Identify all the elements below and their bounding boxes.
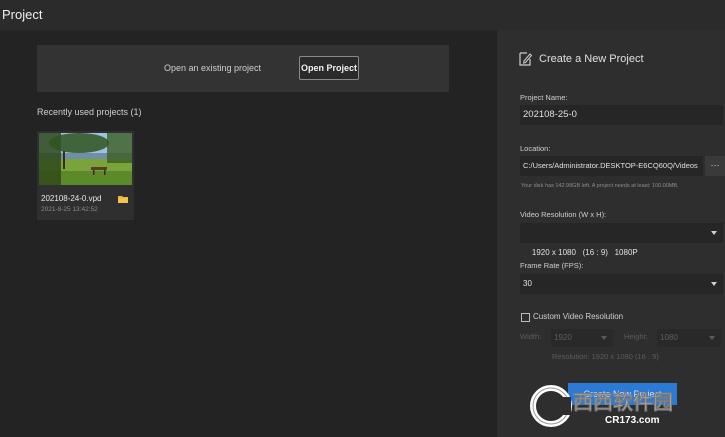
project-thumbnail: [39, 133, 132, 185]
recent-projects-title: Recently used projects (1): [37, 107, 142, 117]
chevron-down-icon: [711, 231, 717, 235]
open-existing-label: Open an existing project: [164, 63, 262, 73]
chevron-down-icon: [601, 336, 607, 340]
chevron-down-icon: [711, 282, 717, 286]
height-value: 1080: [660, 333, 678, 342]
location-input[interactable]: C:/Users/Administrator.DESKTOP-E6CQ60Q/V…: [520, 156, 703, 176]
recent-project-card[interactable]: 202108-24-0.vpd 2021-8-25 13:42:52: [37, 131, 134, 220]
frame-rate-value: 30: [523, 279, 532, 288]
edit-document-icon: [519, 52, 532, 66]
height-input[interactable]: 1080: [657, 329, 721, 347]
chevron-down-icon: [709, 336, 715, 340]
width-value: 1920: [554, 333, 572, 342]
browse-location-button[interactable]: ···: [705, 156, 725, 176]
custom-resolution-label: Custom Video Resolution: [533, 312, 624, 321]
folder-icon[interactable]: [118, 195, 128, 203]
location-label: Location:: [520, 144, 551, 153]
frame-rate-label: Frame Rate (FPS):: [520, 261, 584, 270]
watermark-brand: 西西软件园: [573, 390, 673, 414]
custom-resolution-checkbox[interactable]: [521, 313, 530, 322]
height-label: Height:: [624, 332, 648, 341]
create-project-title: Create a New Project: [539, 53, 644, 65]
disk-space-note: Your disk has 142.98GB left. A project n…: [521, 183, 679, 189]
watermark-site: CR173.com: [605, 415, 660, 426]
frame-rate-select[interactable]: 30: [520, 274, 723, 294]
watermark-logo: 西西软件园 CR173.com: [530, 385, 673, 427]
video-resolution-select[interactable]: 1920 x 1080 (16 : 9) 1080P: [520, 223, 723, 257]
open-project-button[interactable]: Open Project: [299, 56, 359, 80]
video-resolution-label: Video Resolution (W x H):: [520, 210, 607, 219]
title-bar: Project: [0, 0, 725, 30]
project-name-label: Project Name:: [520, 93, 568, 102]
recent-project-name: 202108-24-0.vpd: [41, 194, 102, 203]
open-project-section: Open an existing project Open Project: [37, 45, 449, 92]
window-title: Project: [2, 7, 43, 22]
left-panel: Open an existing project Open Project Re…: [0, 30, 497, 437]
width-label: Width:: [520, 332, 542, 341]
video-resolution-value: 1920 x 1080 (16 : 9) 1080P: [531, 248, 638, 257]
project-name-input[interactable]: 202108-25-0: [520, 105, 723, 125]
width-input[interactable]: 1920: [551, 329, 613, 347]
create-project-panel: Create a New Project Project Name: 20210…: [497, 30, 725, 437]
resolution-note: Resolution: 1920 x 1080 (16 : 9): [552, 352, 659, 361]
recent-project-date: 2021-8-25 13:42:52: [41, 206, 98, 213]
